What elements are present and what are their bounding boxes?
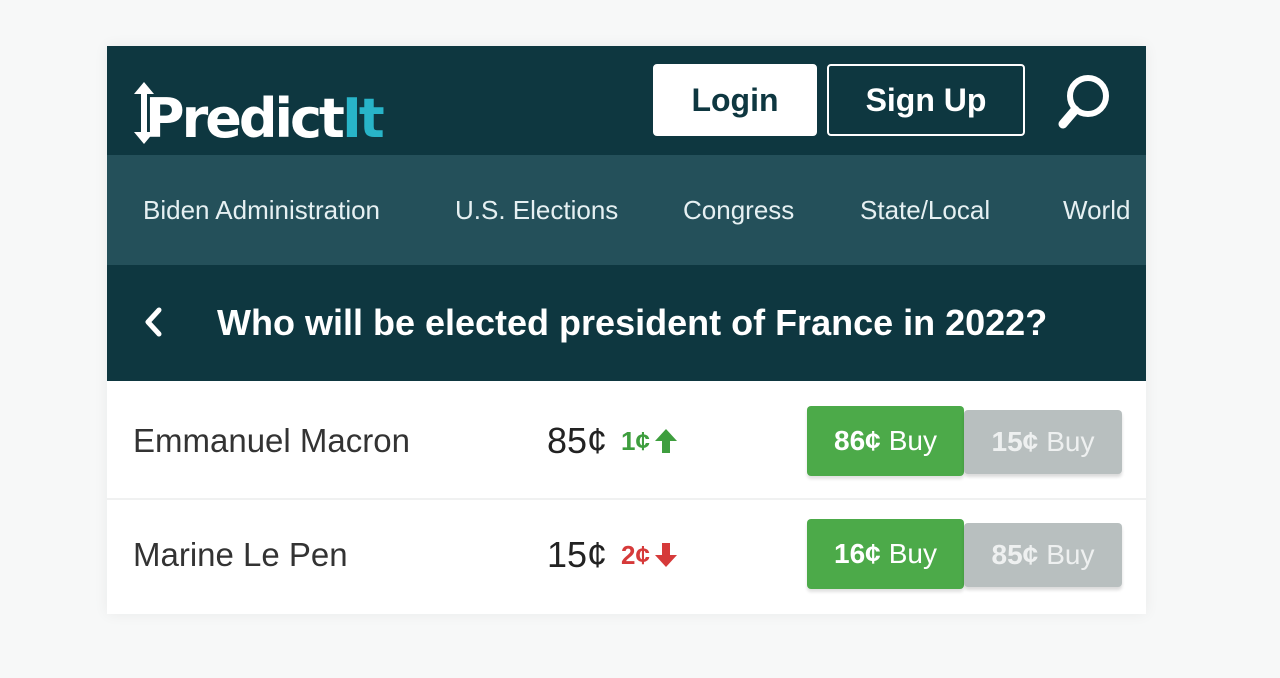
predictit-market-panel: PredictIt Login Sign Up Biden Administra… (107, 46, 1146, 614)
category-nav: Biden Administration U.S. Elections Cong… (107, 155, 1146, 265)
buy-yes-price: 16¢ (834, 538, 881, 569)
contract-name[interactable]: Emmanuel Macron (133, 386, 410, 496)
price-change-value: 1¢ (621, 425, 650, 456)
logo-text-it: It (341, 87, 385, 150)
search-icon[interactable] (1057, 72, 1113, 130)
arrow-down-icon (654, 543, 677, 567)
site-header: PredictIt Login Sign Up (107, 46, 1146, 155)
signup-button[interactable]: Sign Up (827, 64, 1025, 136)
logo-arrow-icon (134, 82, 154, 144)
market-title: Who will be elected president of France … (217, 302, 1048, 343)
buy-no-price: 15¢ (991, 426, 1039, 457)
arrow-up-icon (654, 429, 677, 453)
back-chevron-icon[interactable] (143, 305, 163, 339)
price-change: 2¢ (621, 500, 678, 610)
nav-item-biden-administration[interactable]: Biden Administration (143, 155, 380, 265)
market-title-bar: Who will be elected president of France … (107, 265, 1146, 381)
logo-text-predict: Predict (145, 87, 345, 150)
nav-item-us-elections[interactable]: U.S. Elections (455, 155, 618, 265)
buy-label: Buy (1046, 426, 1095, 457)
contract-row: Emmanuel Macron 85¢ 1¢ 86¢ Buy 15¢ Buy (107, 386, 1146, 496)
login-button[interactable]: Login (653, 64, 817, 136)
contract-price: 85¢ (547, 420, 608, 461)
predictit-logo[interactable]: PredictIt (133, 76, 385, 146)
buy-no-button[interactable]: 15¢ Buy (964, 410, 1122, 474)
price-change-value: 2¢ (621, 539, 650, 570)
price-change: 1¢ (621, 386, 678, 496)
contract-name[interactable]: Marine Le Pen (133, 500, 348, 610)
contract-price: 15¢ (547, 534, 608, 575)
buy-no-price: 85¢ (991, 539, 1039, 570)
nav-item-congress[interactable]: Congress (683, 155, 794, 265)
buy-label: Buy (888, 538, 937, 569)
contract-row: Marine Le Pen 15¢ 2¢ 16¢ Buy 85¢ Buy (107, 498, 1146, 608)
buy-yes-button[interactable]: 86¢ Buy (807, 406, 964, 476)
buy-yes-button[interactable]: 16¢ Buy (807, 519, 964, 589)
nav-item-world[interactable]: World (1063, 155, 1130, 265)
buy-label: Buy (1046, 539, 1095, 570)
nav-item-state-local[interactable]: State/Local (860, 155, 990, 265)
buy-no-button[interactable]: 85¢ Buy (964, 523, 1122, 587)
buy-yes-price: 86¢ (834, 425, 881, 456)
buy-label: Buy (888, 425, 937, 456)
